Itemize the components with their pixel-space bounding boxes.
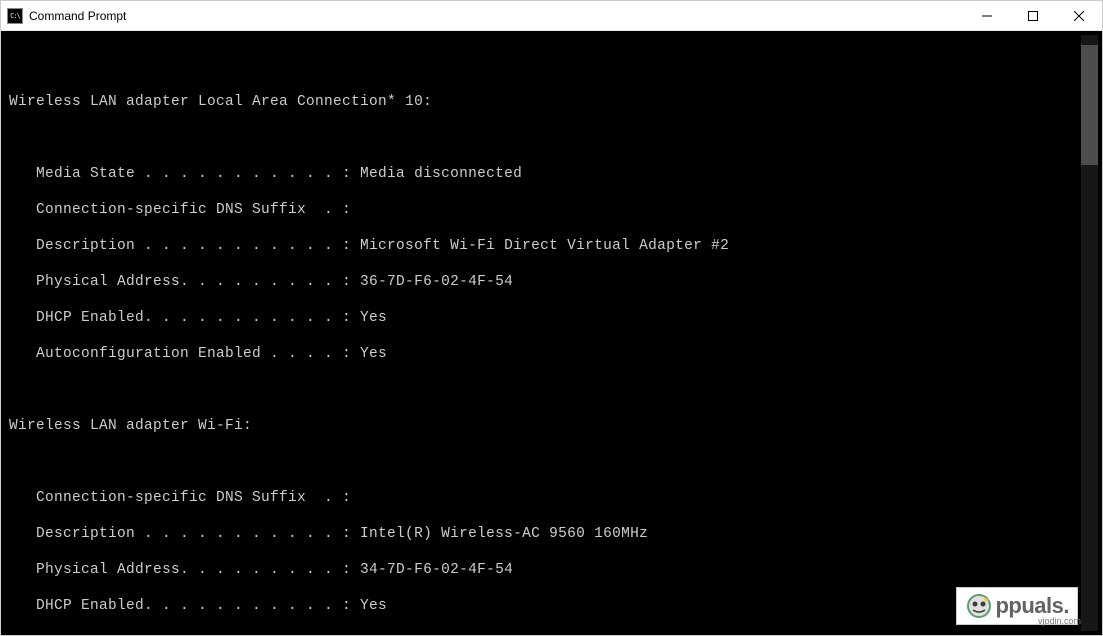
vertical-scrollbar[interactable] — [1081, 35, 1098, 631]
maximize-button[interactable] — [1010, 1, 1056, 30]
window-controls — [964, 1, 1102, 30]
blank-line — [9, 453, 1098, 471]
config-line: Description . . . . . . . . . . . : Inte… — [9, 525, 1098, 543]
config-line: Connection-specific DNS Suffix . : — [9, 489, 1098, 507]
command-prompt-window: C:\ Command Prompt Wireless LAN adapter … — [0, 0, 1103, 636]
terminal-text-content: Wireless LAN adapter Local Area Connecti… — [9, 39, 1098, 635]
adapter-header: Wireless LAN adapter Wi-Fi: — [9, 417, 1098, 435]
close-button[interactable] — [1056, 1, 1102, 30]
close-icon — [1074, 11, 1084, 21]
brand-logo-icon — [965, 592, 993, 620]
config-line: Description . . . . . . . . . . . : Micr… — [9, 237, 1098, 255]
scrollbar-thumb[interactable] — [1081, 45, 1098, 165]
app-icon: C:\ — [7, 8, 23, 24]
config-line: Connection-specific DNS Suffix . : — [9, 201, 1098, 219]
blank-line — [9, 129, 1098, 147]
config-line: Media State . . . . . . . . . . . : Medi… — [9, 165, 1098, 183]
config-line: Physical Address. . . . . . . . . : 34-7… — [9, 561, 1098, 579]
config-line: Autoconfiguration Enabled . . . . : Yes — [9, 345, 1098, 363]
blank-line — [9, 57, 1098, 75]
terminal-output[interactable]: Wireless LAN adapter Local Area Connecti… — [1, 31, 1102, 635]
minimize-icon — [982, 11, 992, 21]
minimize-button[interactable] — [964, 1, 1010, 30]
adapter-header: Wireless LAN adapter Local Area Connecti… — [9, 93, 1098, 111]
blank-line — [9, 381, 1098, 399]
config-line: Autoconfiguration Enabled . . . . : Yes — [9, 633, 1098, 635]
config-line: DHCP Enabled. . . . . . . . . . . : Yes — [9, 597, 1098, 615]
config-line: Physical Address. . . . . . . . . : 36-7… — [9, 273, 1098, 291]
window-title: Command Prompt — [29, 9, 964, 23]
maximize-icon — [1028, 11, 1038, 21]
config-line: DHCP Enabled. . . . . . . . . . . : Yes — [9, 309, 1098, 327]
source-watermark: vjodin.com — [1038, 616, 1081, 626]
titlebar[interactable]: C:\ Command Prompt — [1, 1, 1102, 31]
